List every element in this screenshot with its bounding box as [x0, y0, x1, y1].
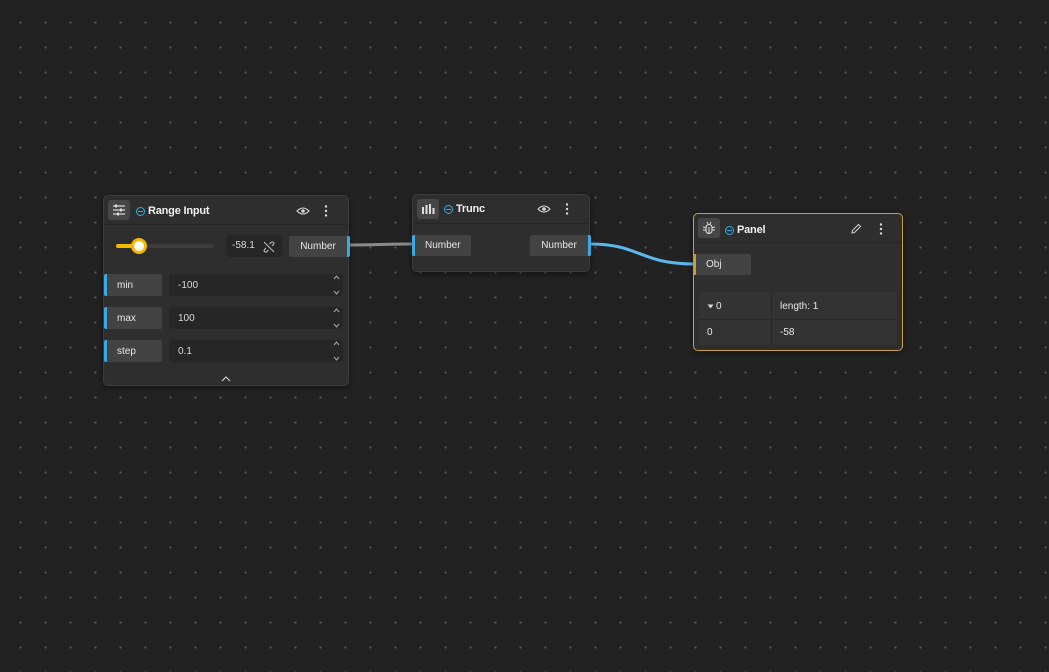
trunc-node[interactable]: Trunc Number Number — [412, 194, 591, 272]
step-input[interactable]: 0.1 — [169, 340, 343, 362]
node-title: Trunc — [456, 203, 485, 215]
chevron-up-icon[interactable] — [333, 308, 340, 313]
tree-info-cell: length: 1 — [771, 293, 818, 319]
chevron-down-icon[interactable] — [333, 356, 340, 361]
row-value-cell: -58 — [771, 319, 794, 345]
chevron-up-icon — [221, 376, 231, 382]
more-vertical-icon[interactable] — [876, 222, 886, 236]
param-label: max — [104, 307, 162, 329]
wire-range-to-trunc[interactable] — [348, 242, 413, 247]
pencil-icon[interactable] — [849, 222, 863, 236]
caret-down-icon[interactable] — [707, 304, 714, 309]
param-row-min: min -100 — [104, 274, 348, 296]
output-port-number[interactable]: Number — [289, 236, 350, 257]
value-display[interactable]: -58.1 — [226, 235, 282, 257]
bug-icon — [698, 218, 720, 238]
max-value: 100 — [178, 312, 195, 324]
unlink-icon[interactable] — [263, 240, 275, 258]
spinner[interactable] — [331, 308, 341, 328]
panel-header[interactable]: Panel — [694, 214, 902, 243]
row-index-cell: 0 — [707, 319, 713, 345]
spinner[interactable] — [331, 341, 341, 361]
max-input[interactable]: 100 — [169, 307, 343, 329]
status-icon — [136, 207, 145, 216]
spinner[interactable] — [331, 275, 341, 295]
table-row[interactable]: 0 -58 — [699, 319, 897, 345]
chevron-up-icon[interactable] — [333, 341, 340, 346]
trunc-header[interactable]: Trunc — [413, 195, 589, 224]
more-vertical-icon[interactable] — [562, 202, 572, 216]
row-value: -58 — [780, 326, 795, 338]
wire-trunc-to-panel[interactable] — [589, 242, 695, 266]
trunc-icon — [417, 199, 439, 219]
param-row-max: max 100 — [104, 307, 348, 329]
output-port-number[interactable]: Number — [530, 235, 591, 256]
eye-icon[interactable] — [295, 204, 311, 218]
tree-key-cell[interactable]: 0 — [707, 293, 722, 319]
row-index: 0 — [707, 326, 713, 338]
input-port-obj[interactable]: Obj — [693, 254, 751, 275]
param-row-step: step 0.1 — [104, 340, 348, 362]
collapse-params-button[interactable] — [218, 374, 234, 384]
status-icon — [725, 226, 734, 235]
chevron-down-icon[interactable] — [333, 290, 340, 295]
chevron-up-icon[interactable] — [333, 275, 340, 280]
eye-icon[interactable] — [536, 202, 552, 216]
node-title: Range Input — [148, 205, 210, 217]
chevron-down-icon[interactable] — [333, 323, 340, 328]
sliders-icon — [108, 200, 130, 220]
input-port-number[interactable]: Number — [412, 235, 471, 256]
tree-info: length: 1 — [780, 300, 819, 312]
more-vertical-icon[interactable] — [321, 204, 331, 218]
node-title: Panel — [737, 224, 766, 236]
param-label: min — [104, 274, 162, 296]
panel-node[interactable]: Panel Obj 0 length: 1 0 -58 — [693, 213, 903, 351]
range-slider[interactable] — [116, 238, 214, 254]
min-input[interactable]: -100 — [169, 274, 343, 296]
param-label: step — [104, 340, 162, 362]
tree-header-row[interactable]: 0 length: 1 — [699, 293, 897, 320]
step-value: 0.1 — [178, 345, 192, 357]
min-value: -100 — [178, 279, 199, 291]
tree-key: 0 — [716, 300, 722, 312]
status-icon — [444, 205, 453, 214]
range-input-node[interactable]: Range Input -58.1 Number min -100 max 10… — [103, 195, 350, 386]
range-input-header[interactable]: Range Input — [104, 196, 348, 225]
value-text: -58.1 — [232, 240, 255, 251]
slider-thumb[interactable] — [131, 238, 147, 254]
